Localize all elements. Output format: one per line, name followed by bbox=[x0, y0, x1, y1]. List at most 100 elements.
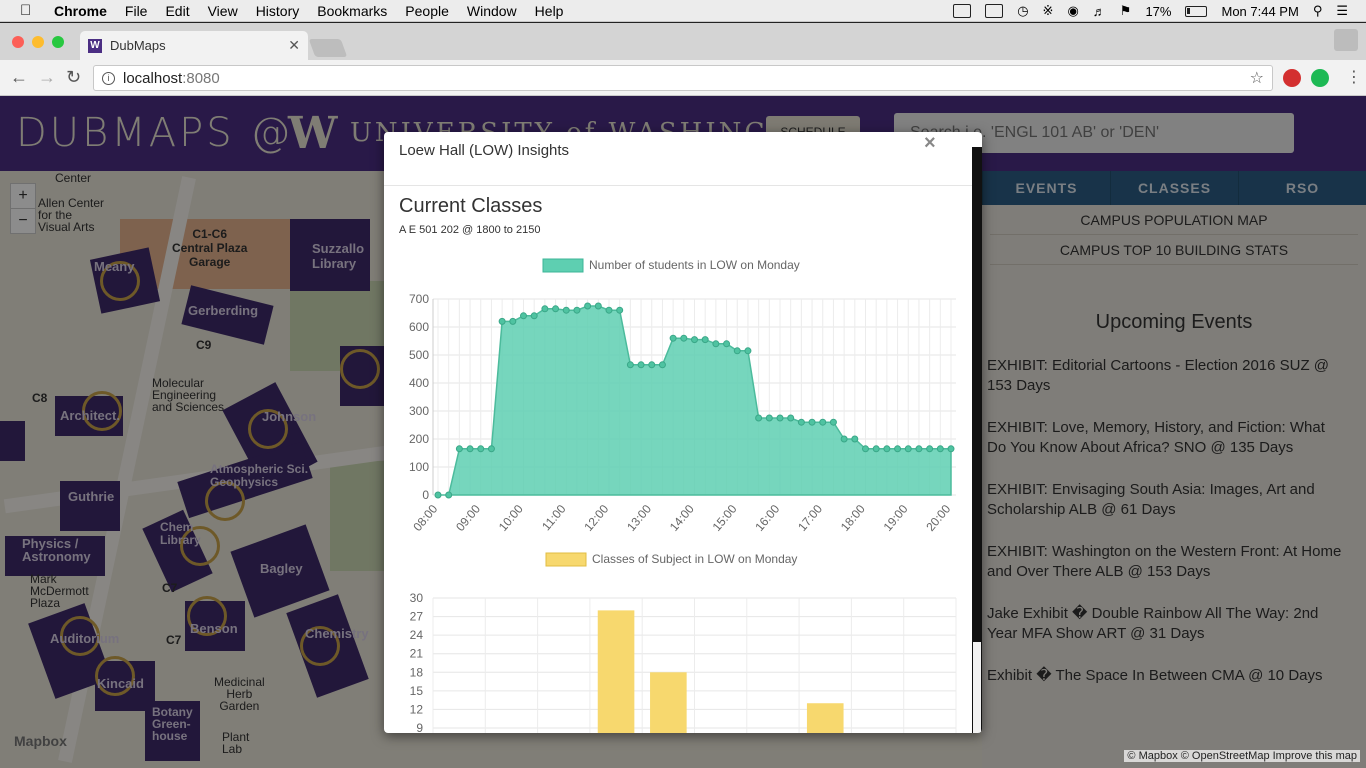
data-point bbox=[926, 445, 934, 453]
window-minimize-button[interactable] bbox=[32, 36, 44, 48]
x-tick-label: 17:00 bbox=[795, 502, 825, 534]
new-tab-button[interactable] bbox=[308, 39, 348, 57]
data-point bbox=[434, 491, 442, 499]
y-tick-label: 500 bbox=[409, 348, 429, 362]
data-point bbox=[658, 361, 666, 369]
bluetooth-icon[interactable]: ※ bbox=[1043, 3, 1054, 19]
menu-history[interactable]: History bbox=[256, 3, 300, 19]
y-tick-label: 400 bbox=[409, 376, 429, 390]
data-point bbox=[594, 302, 602, 310]
window-zoom-button[interactable] bbox=[52, 36, 64, 48]
menu-app-name[interactable]: Chrome bbox=[54, 3, 107, 19]
menu-view[interactable]: View bbox=[208, 3, 238, 19]
profile-icon[interactable] bbox=[1334, 29, 1358, 51]
students-area-chart: Number of students in LOW on Monday 0 100 2… bbox=[409, 258, 956, 534]
y-tick-label: 9 bbox=[416, 721, 423, 733]
modal-close-button[interactable]: × bbox=[924, 132, 936, 155]
x-tick-label: 09:00 bbox=[453, 502, 483, 534]
x-tick-label: 18:00 bbox=[838, 502, 868, 534]
menu-file[interactable]: File bbox=[125, 3, 148, 19]
hangouts-extension-icon[interactable] bbox=[1311, 69, 1329, 87]
data-point bbox=[819, 418, 827, 426]
favicon-icon: W bbox=[88, 38, 102, 53]
legend-label: Number of students in LOW on Monday bbox=[589, 258, 800, 272]
y-tick-label: 18 bbox=[410, 665, 424, 679]
tab-close-icon[interactable]: ✕ bbox=[288, 37, 300, 54]
tab-title: DubMaps bbox=[110, 38, 166, 53]
forward-arrow-icon[interactable]: → bbox=[38, 67, 56, 88]
data-point bbox=[487, 445, 495, 453]
apple-menu-icon[interactable]:  bbox=[20, 2, 36, 19]
browser-tabstrip: W DubMaps ✕ bbox=[0, 23, 1366, 60]
back-arrow-icon[interactable]: ← bbox=[10, 67, 28, 88]
bar bbox=[650, 672, 687, 733]
y-tick-label: 700 bbox=[409, 292, 429, 306]
data-point bbox=[776, 414, 784, 422]
y-tick-label: 21 bbox=[410, 647, 424, 661]
site-info-icon[interactable]: i bbox=[102, 71, 115, 85]
browser-tab[interactable]: W DubMaps ✕ bbox=[80, 31, 308, 60]
data-point bbox=[733, 347, 741, 355]
x-tick-label: 12:00 bbox=[581, 502, 611, 534]
data-point bbox=[872, 445, 880, 453]
data-point bbox=[840, 435, 848, 443]
data-point bbox=[755, 414, 763, 422]
bar bbox=[806, 703, 844, 733]
y-tick-label: 300 bbox=[409, 404, 429, 418]
clock[interactable]: Mon 7:44 PM bbox=[1221, 4, 1298, 19]
data-point bbox=[712, 340, 720, 348]
battery-icon[interactable] bbox=[1185, 5, 1208, 17]
cast-icon[interactable] bbox=[953, 4, 972, 18]
map-attribution[interactable]: © Mapbox © OpenStreetMap Improve this ma… bbox=[1124, 750, 1360, 762]
x-tick-label: 11:00 bbox=[539, 502, 569, 534]
x-tick-label: 20:00 bbox=[923, 502, 953, 534]
y-tick-label: 15 bbox=[410, 684, 424, 698]
data-point bbox=[787, 414, 795, 422]
airplay-icon[interactable] bbox=[985, 4, 1004, 18]
y-tick-label: 100 bbox=[409, 460, 429, 474]
notification-center-icon[interactable]: ☰ bbox=[1336, 3, 1348, 19]
reload-icon[interactable]: ↻ bbox=[66, 67, 81, 88]
address-bar[interactable]: i localhost:8080 ☆ bbox=[93, 65, 1273, 91]
time-machine-icon[interactable]: ◷ bbox=[1017, 3, 1028, 19]
wifi-icon[interactable]: ◉ bbox=[1067, 3, 1078, 19]
menu-bookmarks[interactable]: Bookmarks bbox=[317, 3, 387, 19]
y-tick-label: 24 bbox=[410, 628, 424, 642]
data-point bbox=[744, 347, 752, 355]
data-point bbox=[797, 418, 805, 426]
bookmark-star-icon[interactable]: ☆ bbox=[1250, 68, 1264, 88]
spotlight-search-icon[interactable]: ⚲ bbox=[1313, 3, 1323, 19]
data-point bbox=[851, 435, 859, 443]
data-point bbox=[520, 312, 527, 320]
chrome-menu-icon[interactable]: ⋮ bbox=[1346, 67, 1362, 87]
data-point bbox=[915, 445, 923, 453]
legend-label: Classes of Subject in LOW on Monday bbox=[592, 552, 797, 566]
data-point bbox=[691, 336, 698, 344]
menu-help[interactable]: Help bbox=[535, 3, 564, 19]
data-point bbox=[616, 306, 624, 314]
data-point bbox=[498, 317, 506, 325]
data-point bbox=[541, 305, 549, 313]
data-point bbox=[829, 418, 837, 426]
adblock-extension-icon[interactable] bbox=[1283, 69, 1301, 87]
modal-header: Loew Hall (LOW) Insights × bbox=[384, 132, 982, 186]
menu-window[interactable]: Window bbox=[467, 3, 517, 19]
data-point bbox=[637, 361, 645, 369]
flag-icon[interactable]: ⚑ bbox=[1120, 3, 1132, 19]
y-tick-label: 27 bbox=[410, 610, 424, 624]
data-point bbox=[562, 306, 570, 314]
os-menubar:  Chrome File Edit View History Bookmark… bbox=[0, 0, 1366, 22]
data-point bbox=[701, 336, 709, 344]
data-point bbox=[904, 445, 912, 453]
modal-scrollbar-thumb[interactable] bbox=[973, 642, 981, 733]
menu-edit[interactable]: Edit bbox=[165, 3, 189, 19]
data-point bbox=[862, 445, 869, 453]
data-point bbox=[573, 306, 581, 314]
data-point bbox=[477, 445, 485, 453]
menu-people[interactable]: People bbox=[405, 3, 449, 19]
data-point bbox=[947, 445, 955, 453]
volume-icon[interactable]: ♬ bbox=[1093, 4, 1106, 19]
window-close-button[interactable] bbox=[12, 36, 24, 48]
data-point bbox=[445, 491, 453, 499]
data-point bbox=[466, 445, 474, 453]
